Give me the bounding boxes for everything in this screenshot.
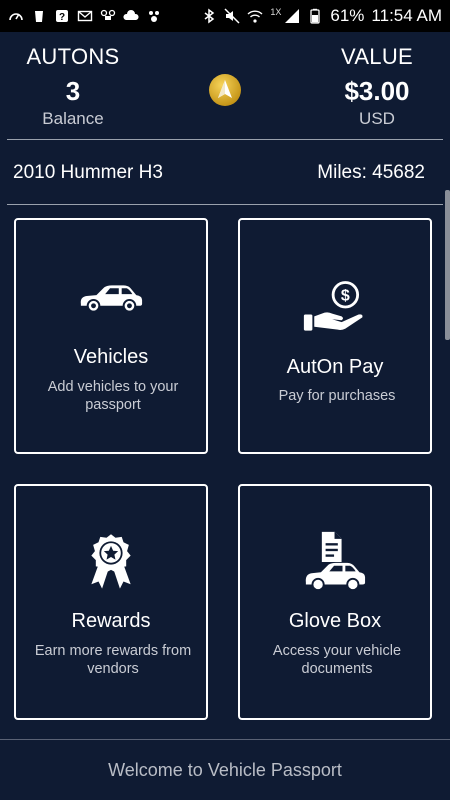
- autons-label: Balance: [42, 109, 104, 128]
- welcome-footer: Welcome to Vehicle Passport: [0, 739, 450, 800]
- starbucks-icon: [31, 8, 47, 24]
- value-title: VALUE: [340, 44, 413, 69]
- signal-icon: [284, 8, 300, 24]
- clock: 11:54 AM: [371, 6, 442, 25]
- scrollbar[interactable]: [445, 190, 450, 340]
- header-divider: [7, 139, 443, 140]
- welcome-text: Welcome to Vehicle Passport: [108, 759, 342, 780]
- notification-icons: ?: [8, 8, 162, 24]
- auton-pay-desc: Pay for purchases: [278, 388, 396, 404]
- glove-box-title: Glove Box: [288, 610, 382, 632]
- value-amount: $3.00: [344, 76, 410, 106]
- glove-box-tile[interactable]: Glove Box Access your vehicle documents: [238, 484, 432, 720]
- svg-text:?: ?: [59, 12, 65, 23]
- rewards-desc: Earn more rewards from vendors: [34, 643, 192, 677]
- auton-pay-title: AutOn Pay: [286, 356, 384, 378]
- svg-text:$: $: [341, 286, 350, 304]
- dog-icon: [146, 8, 162, 24]
- battery-icon: [307, 8, 323, 24]
- car-icon: [16, 282, 206, 314]
- speedometer-icon: [8, 8, 24, 24]
- bluetooth-icon: [201, 8, 217, 24]
- system-status: 1X 61% 11:54 AM: [201, 6, 442, 26]
- drone-icon: [100, 8, 116, 24]
- rewards-title: Rewards: [71, 610, 151, 632]
- weather-icon: [123, 8, 139, 24]
- glove-box-desc: Access your vehicle documents: [272, 643, 402, 677]
- vehicles-desc: Add vehicles to your passport: [47, 379, 179, 413]
- mute-icon: [224, 8, 240, 24]
- autons-title: AUTONS: [26, 44, 120, 69]
- auton-pay-tile[interactable]: $ AutOn Pay Pay for purchases: [238, 218, 432, 454]
- mail-icon: [77, 8, 93, 24]
- current-vehicle-row[interactable]: 2010 Hummer H3 Miles: 45682: [0, 142, 450, 204]
- vehicles-tile[interactable]: Vehicles Add vehicles to your passport: [14, 218, 208, 454]
- status-bar: ? 1X 61% 11:54 AM: [0, 0, 450, 32]
- wifi-icon: [247, 8, 263, 24]
- value-balance: VALUE $3.00 USD: [307, 44, 447, 130]
- battery-percent: 61%: [330, 6, 365, 25]
- award-ribbon-icon: [16, 530, 206, 592]
- glovebox-document-icon: [240, 530, 430, 592]
- balance-header: AUTONS 3 Balance VALUE $3.00 USD: [0, 32, 450, 140]
- value-currency: USD: [359, 109, 395, 128]
- vehicle-divider: [7, 204, 443, 205]
- vehicle-name: 2010 Hummer H3: [13, 162, 163, 183]
- vehicle-miles: Miles: 45682: [317, 162, 425, 183]
- pay-hand-icon: $: [240, 280, 430, 334]
- autons-balance: AUTONS 3 Balance: [3, 44, 143, 130]
- network-type-badge: 1X: [270, 7, 282, 17]
- autons-count: 3: [65, 76, 81, 106]
- vehicles-title: Vehicles: [73, 346, 149, 368]
- help-icon: ?: [54, 8, 70, 24]
- auton-logo-icon: [208, 73, 242, 107]
- rewards-tile[interactable]: Rewards Earn more rewards from vendors: [14, 484, 208, 720]
